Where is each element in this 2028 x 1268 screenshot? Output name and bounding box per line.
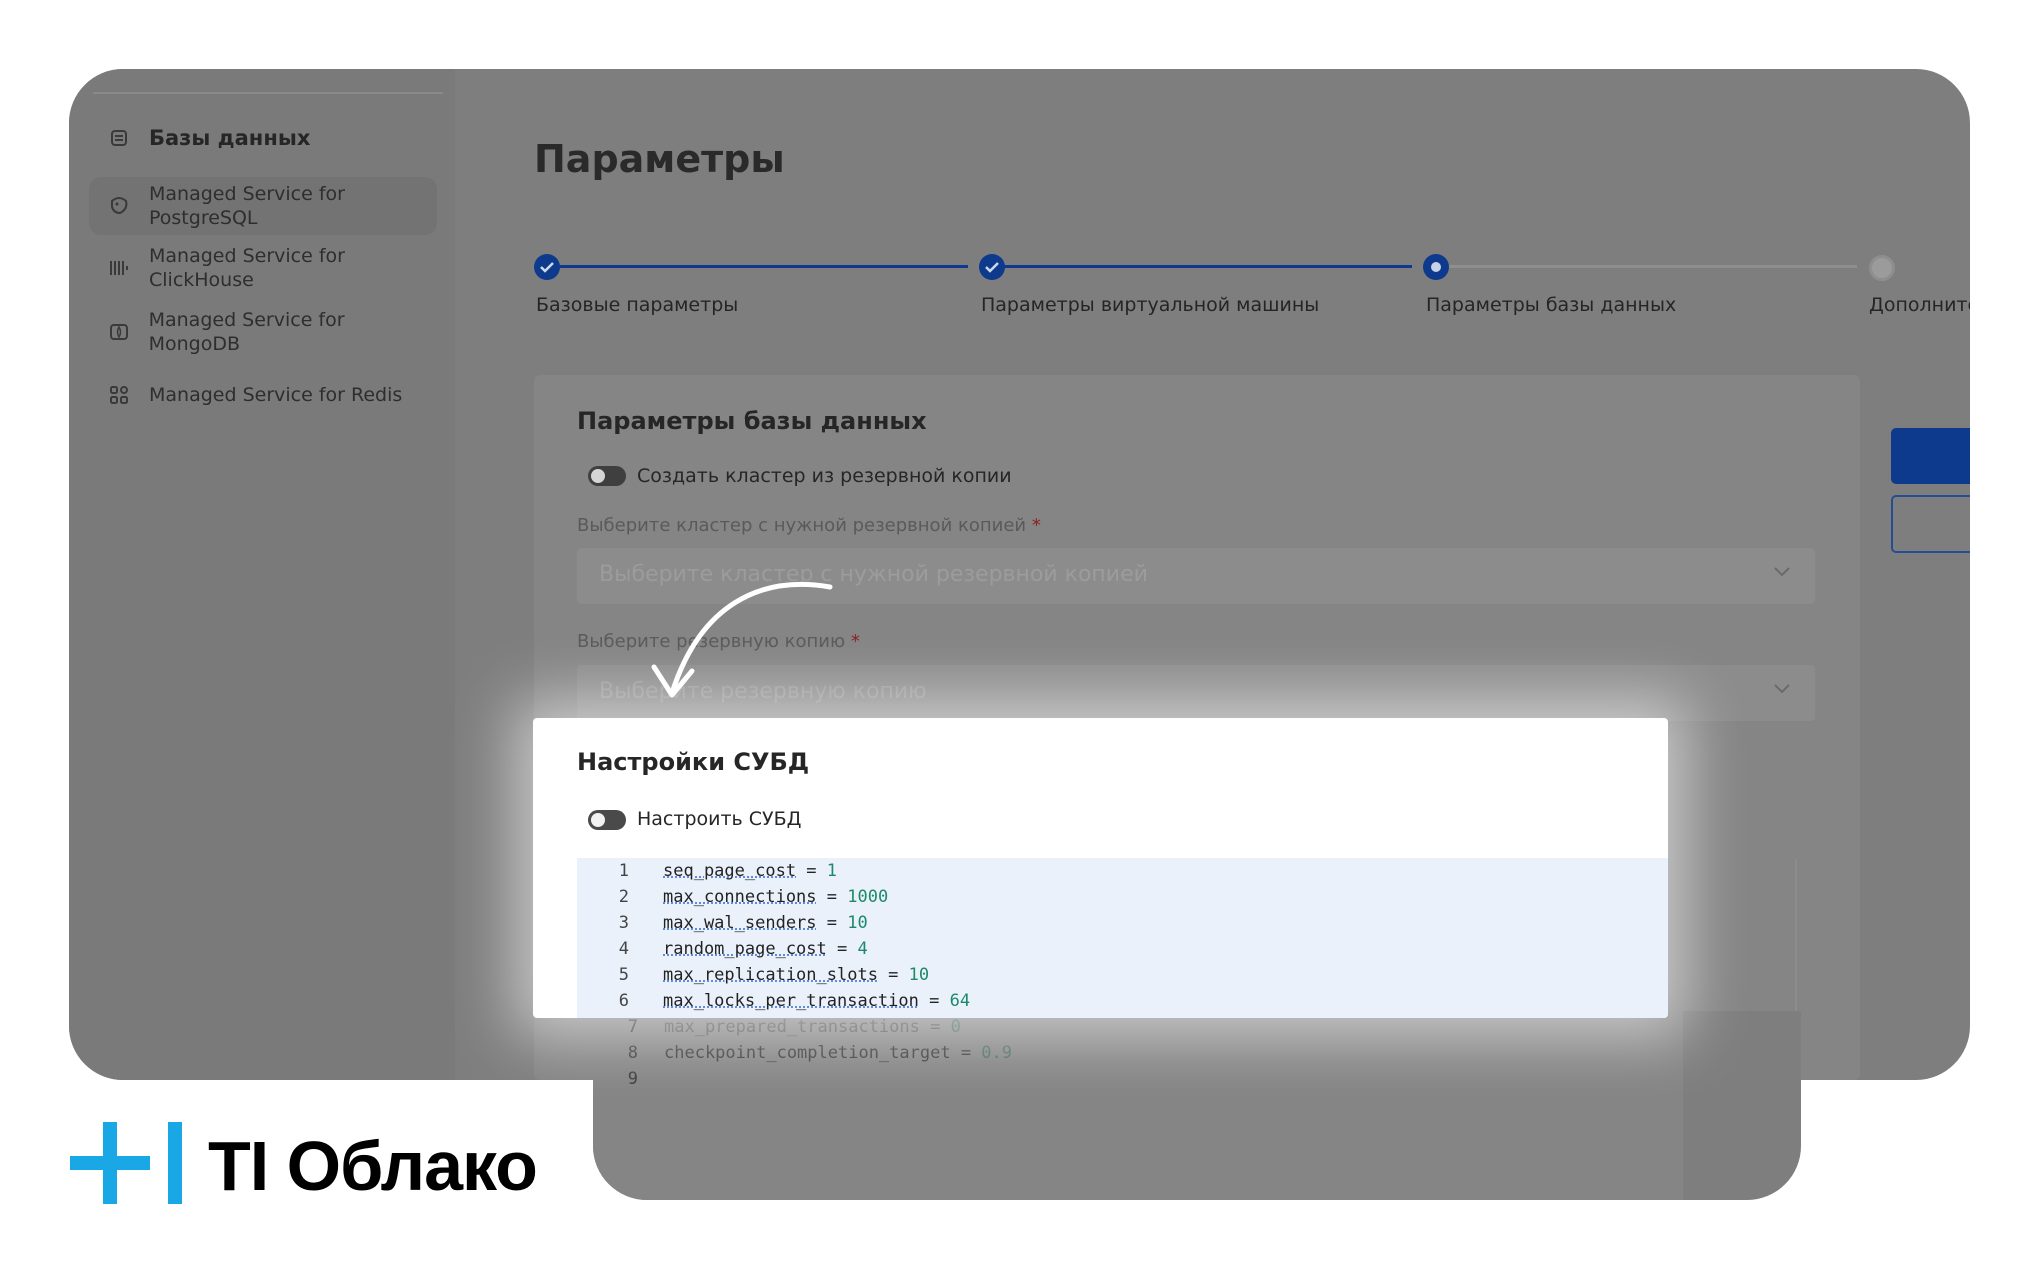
code-line[interactable]: 2 max_connections = 1000 [577, 884, 1668, 910]
mongodb-icon [107, 320, 131, 344]
backup-toggle-label: Создать кластер из резервной копии [637, 465, 1012, 487]
code-line-text[interactable]: checkpoint_completion_target = 0.9 [664, 1043, 1012, 1063]
sidebar: Базы данных Managed Service for PostgreS… [69, 69, 455, 1080]
sidebar-item-label: ClickHouse [149, 269, 254, 291]
sidebar-item-label: Managed Service for MongoDB [148, 309, 345, 355]
code-key: seq_page_cost [663, 861, 797, 881]
dbms-toggle[interactable] [588, 810, 626, 830]
chevron-down-icon [1771, 560, 1793, 588]
line-number: 6 [618, 991, 629, 1011]
code-value: 0 [950, 1017, 961, 1037]
cluster-field-label: Выберите кластер с нужной резервной копи… [577, 515, 1041, 536]
code-value: 0.9 [981, 1043, 1013, 1063]
stepper-connector [1449, 265, 1857, 268]
code-value: 1 [826, 861, 838, 881]
brand-mark-icon [70, 1122, 182, 1204]
page-title: Параметры [534, 137, 785, 181]
line-number: 7 [627, 1017, 638, 1037]
line-number: 3 [618, 913, 629, 933]
primary-action-button[interactable] [1891, 428, 1970, 484]
backup-toggle[interactable] [588, 466, 626, 486]
sidebar-divider [93, 92, 443, 94]
required-mark: * [850, 631, 860, 652]
line-number: 1 [618, 861, 629, 881]
code-key: checkpoint_completion_target [664, 1043, 951, 1063]
brand-logo: TI Облако [70, 1118, 550, 1208]
code-line[interactable]: 1 seq_page_cost = 1 [577, 858, 1668, 884]
brand-name: TI Облако [208, 1127, 538, 1205]
sidebar-item-clickhouse[interactable]: Managed Service for ClickHouse [89, 239, 437, 297]
sidebar-header-databases[interactable]: Базы данных [89, 117, 437, 159]
sidebar-item-redis[interactable]: Managed Service for Redis [89, 374, 437, 416]
code-key: random_page_cost [663, 939, 827, 959]
line-number: 9 [627, 1069, 638, 1089]
dbms-code-editor[interactable]: 1 seq_page_cost = 1 2 max_connections = 10… [577, 858, 1668, 1018]
code-key: max_replication_slots [663, 965, 878, 985]
code-line[interactable]: 3 max_wal_senders = 10 [577, 910, 1668, 936]
db-params-title: Параметры базы данных [577, 407, 927, 435]
step-done-icon[interactable] [979, 254, 1005, 280]
step-pending-icon[interactable] [1869, 255, 1895, 281]
code-line[interactable]: 6 max_locks_per_transaction = 64 [577, 988, 1668, 1014]
pointer-arrow-icon [651, 582, 833, 698]
step-label[interactable]: Дополните [1869, 294, 1970, 316]
sidebar-item-mongodb[interactable]: Managed Service for MongoDB [89, 309, 437, 355]
sidebar-item-label: Managed Service for [149, 245, 345, 267]
code-value: 64 [949, 991, 971, 1011]
sidebar-item-label: Managed Service for Redis [149, 384, 403, 406]
code-line[interactable]: 4 random_page_cost = 4 [577, 936, 1668, 962]
dbms-settings-panel: Настройки СУБД Настроить СУБД 1 seq_page_… [533, 718, 1668, 1018]
code-line[interactable]: 5 max_replication_slots = 10 [577, 962, 1668, 988]
dbms-toggle-label: Настроить СУБД [637, 808, 802, 830]
redis-icon [107, 383, 131, 407]
code-key: max_prepared_transactions [664, 1017, 920, 1037]
code-key: max_connections [663, 887, 817, 907]
code-value: 10 [908, 965, 930, 985]
line-number: 4 [618, 939, 629, 959]
code-key: max_wal_senders [663, 913, 817, 933]
sidebar-item-label: Managed Service for [149, 183, 345, 205]
line-number: 8 [627, 1043, 638, 1063]
postgresql-icon [107, 194, 131, 218]
clickhouse-icon [107, 256, 131, 280]
stepper-connector [560, 265, 968, 268]
content-continuation [593, 1011, 1801, 1200]
sidebar-header-label: Базы данных [149, 126, 311, 150]
step-label[interactable]: Базовые параметры [536, 294, 738, 316]
code-line-text[interactable]: max_prepared_transactions = 0 [664, 1017, 961, 1037]
step-current-icon[interactable] [1423, 254, 1449, 280]
step-label[interactable]: Параметры виртуальной машины [981, 294, 1319, 316]
code-value: 1000 [847, 887, 889, 907]
step-done-icon[interactable] [534, 254, 560, 280]
required-mark: * [1031, 515, 1041, 536]
stepper-connector [1004, 265, 1412, 268]
dbms-settings-title: Настройки СУБД [577, 748, 810, 776]
chevron-down-icon [1771, 677, 1793, 705]
line-number: 5 [618, 965, 629, 985]
secondary-action-button[interactable] [1891, 495, 1970, 553]
code-value: 4 [857, 939, 868, 959]
sidebar-item-postgresql[interactable]: Managed Service for PostgreSQL [89, 177, 437, 235]
database-icon [107, 126, 131, 150]
cluster-field-label-text: Выберите кластер с нужной резервной копи… [577, 515, 1027, 536]
code-key: max_locks_per_transaction [663, 991, 919, 1011]
sidebar-item-label: PostgreSQL [149, 207, 258, 229]
line-number: 2 [618, 887, 629, 907]
step-label[interactable]: Параметры базы данных [1426, 294, 1676, 316]
code-value: 10 [847, 913, 868, 933]
